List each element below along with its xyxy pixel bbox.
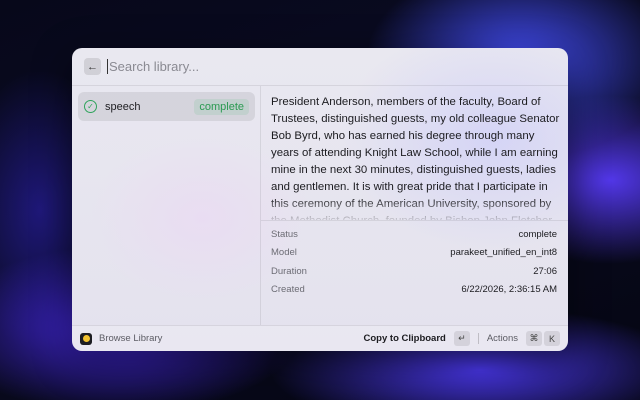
transcript-text: President Anderson, members of the facul…	[271, 96, 560, 220]
meta-row-status: Status complete	[261, 225, 568, 244]
divider	[477, 333, 479, 344]
arrow-left-icon: ←	[87, 60, 98, 73]
metadata-panel: Status complete Model parakeet_unified_e…	[261, 220, 568, 299]
library-window: ← ✓ speech complete President Anderson, …	[72, 48, 568, 351]
meta-row-model: Model parakeet_unified_en_int8	[261, 244, 568, 263]
meta-value: complete	[518, 228, 557, 240]
detail-pane: President Anderson, members of the facul…	[261, 86, 568, 325]
back-button[interactable]: ←	[84, 58, 101, 75]
browse-library-label: Browse Library	[99, 333, 163, 344]
library-list: ✓ speech complete	[72, 86, 261, 325]
command-key-icon: ⌘	[526, 331, 542, 346]
search-bar: ←	[72, 48, 568, 86]
k-key: K	[544, 331, 560, 346]
copy-to-clipboard-button[interactable]: Copy to Clipboard	[364, 333, 446, 344]
item-name: speech	[105, 100, 141, 113]
meta-row-created: Created 6/22/2026, 2:36:15 AM	[261, 281, 568, 300]
search-input[interactable]	[107, 59, 407, 74]
meta-value: 27:06	[533, 265, 557, 277]
meta-row-duration: Duration 27:06	[261, 262, 568, 281]
meta-key: Status	[271, 228, 298, 240]
meta-key: Model	[271, 247, 297, 259]
return-key-icon: ↵	[453, 331, 470, 346]
actions-button[interactable]: Actions	[487, 333, 518, 344]
app-icon	[80, 332, 92, 345]
meta-key: Created	[271, 284, 305, 296]
meta-value: 6/22/2026, 2:36:15 AM	[461, 284, 557, 296]
list-item[interactable]: ✓ speech complete	[78, 92, 255, 121]
status-badge: complete	[194, 98, 249, 115]
meta-key: Duration	[271, 265, 307, 277]
check-circle-icon: ✓	[84, 100, 97, 113]
action-bar: Browse Library Copy to Clipboard ↵ Actio…	[72, 325, 568, 351]
meta-value: parakeet_unified_en_int8	[450, 247, 557, 259]
